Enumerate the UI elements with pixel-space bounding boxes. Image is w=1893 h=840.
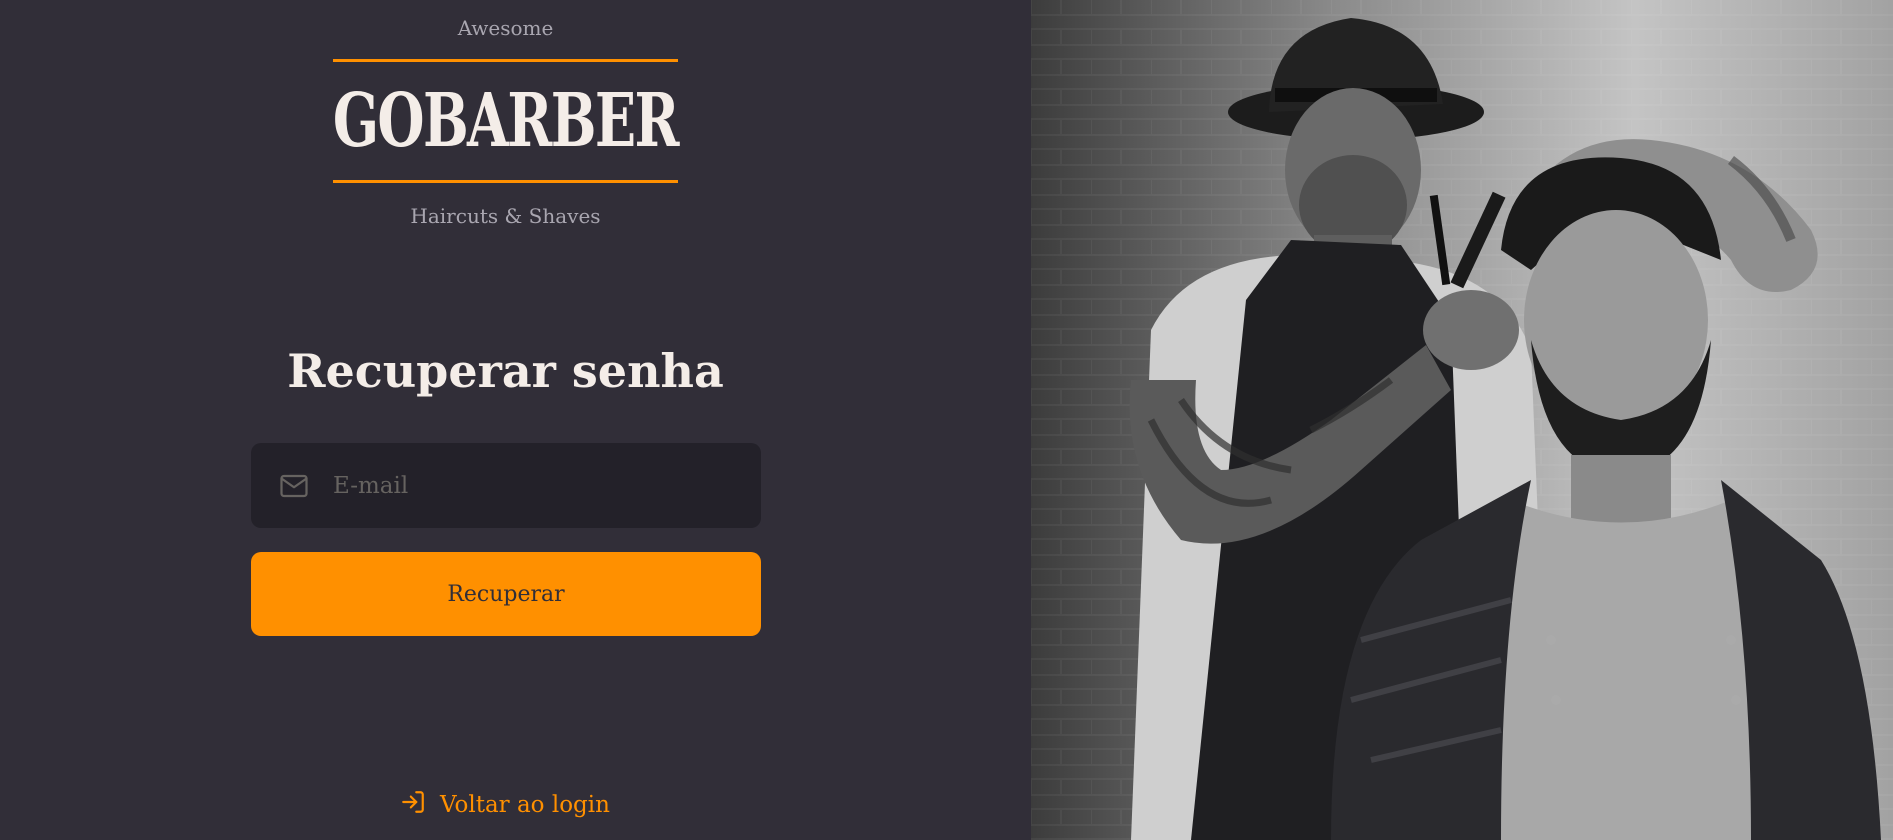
barber-photo-illustration: [1031, 0, 1893, 840]
form-panel: Awesome GOBARBER Haircuts & Shaves Recup…: [0, 0, 1031, 840]
recover-button[interactable]: Recuperar: [251, 552, 761, 636]
back-to-login-label: Voltar ao login: [440, 792, 610, 818]
logo-bottom-text: Haircuts & Shaves: [410, 204, 601, 228]
forgot-password-page: Awesome GOBARBER Haircuts & Shaves Recup…: [0, 0, 1893, 840]
logo-top-text: Awesome: [457, 16, 554, 40]
gobarber-logo: Awesome GOBARBER Haircuts & Shaves: [333, 12, 680, 234]
mail-icon: [279, 471, 309, 501]
email-field[interactable]: [251, 443, 761, 528]
page-title: Recuperar senha: [287, 344, 724, 398]
logo-top-divider: [333, 59, 678, 62]
email-input[interactable]: [331, 471, 735, 500]
back-to-login-link[interactable]: Voltar ao login: [400, 789, 610, 821]
logo-brand-row: GOBARBER: [333, 76, 680, 164]
logo-brand-text: GOBARBER: [333, 76, 680, 164]
barber-photo: [1031, 0, 1893, 840]
log-in-icon: [400, 789, 426, 821]
logo-bottom-divider: [333, 180, 678, 183]
